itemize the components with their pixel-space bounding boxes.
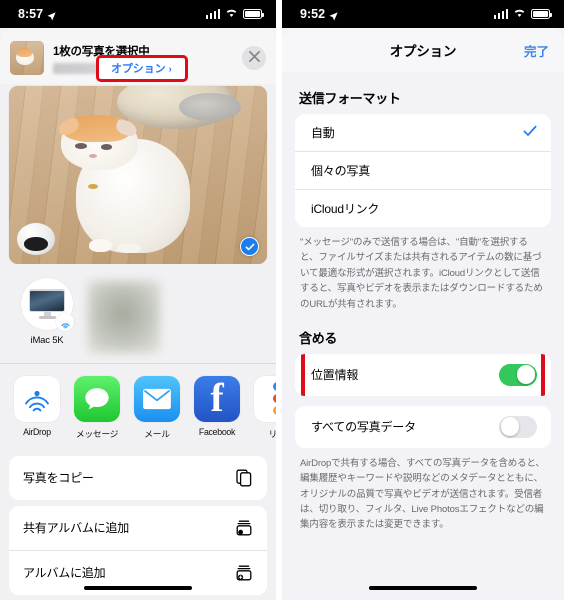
status-time: 9:52 [300,7,326,21]
cat-nose [88,153,97,158]
share-app-messages[interactable]: メッセージ [74,375,120,440]
home-indicator-right [369,586,477,590]
done-button[interactable]: 完了 [524,41,549,60]
cellular-signal-icon [205,9,220,19]
airdrop-badge-icon [56,313,74,331]
battery-icon [531,9,552,19]
share-app-label: リマ [268,428,277,439]
include-row-label: 位置情報 [311,368,359,383]
red-highlight-box-options: オプション › [96,55,188,82]
action-group-albums: 共有アルバムに追加 アルバムに追加 [9,505,267,595]
status-right-group [493,7,552,21]
status-bar-right: 9:52 [282,0,564,28]
blurred-preview-thumbnail [88,281,160,353]
imac-icon [21,278,74,331]
status-left-group: 9:52 [300,7,338,21]
share-app-reminders[interactable]: リマ [254,375,277,440]
include-location-card: 位置情報 [295,353,551,396]
action-label: 共有アルバムに追加 [23,521,130,535]
action-row-add-shared-album[interactable]: 共有アルバムに追加 [9,506,267,550]
checkmark-icon [523,124,537,141]
share-sheet-header: 1枚の写真を選択中 オプション › [0,34,276,84]
share-app-label: Facebook [198,426,236,437]
location-arrow-icon [329,10,338,20]
format-option-auto[interactable]: 自動 [295,114,551,151]
toggle-knob [516,365,536,385]
airdrop-device-label: iMac 5K [30,335,64,346]
cat-eye-left [74,142,87,149]
send-format-card: 自動 個々の写真 iCloudリンク [295,114,551,227]
checkmark-badge[interactable] [240,237,259,256]
shared-album-icon [234,518,254,538]
format-option-label: iCloudリンク [311,202,380,216]
include-row-location[interactable]: 位置情報 [295,354,551,396]
section-title-include: 含める [299,330,338,346]
share-app-label: メッセージ [75,428,119,439]
format-option-label: 自動 [311,126,335,140]
share-sheet: 1枚の写真を選択中 オプション › iMac 5K AirDrop メッセージ … [0,28,276,600]
airdrop-icon [14,375,60,422]
share-apps-row: AirDrop メッセージ メール f Facebook リ [0,363,277,450]
facebook-icon: f [194,375,240,422]
header-photo-thumbnail [10,41,44,75]
copy-icon [234,468,254,488]
status-bar-left: 8:57 [0,0,276,28]
share-app-mail[interactable]: メール [134,375,180,440]
include-footnote: AirDropで共有する場合、すべての写真データを含めると、編集履歴やキーワード… [300,457,545,531]
airdrop-device-row: iMac 5K [0,264,276,363]
cat-paw-right [117,242,141,254]
format-option-icloud-link[interactable]: iCloudリンク [295,189,551,227]
send-format-footnote: "メッセージ"のみで送信する場合は、"自動"を選択すると、ファイルサイズまたは共… [300,237,543,310]
mail-icon [134,375,180,422]
format-option-individual-photos[interactable]: 個々の写真 [295,151,551,189]
action-row-copy-photo[interactable]: 写真をコピー [9,456,267,500]
chevron-right-icon: › [168,64,172,75]
share-app-label: メール [144,428,170,439]
include-all-photo-data-card: すべての写真データ [295,405,551,448]
action-group-copy: 写真をコピー [9,455,267,500]
left-phone-screen: 8:57 1枚の写真を選択中 オプション › iMac 5K AirDrop メ… [0,0,276,600]
format-option-label: 個々の写真 [311,164,371,178]
include-row-label: すべての写真データ [311,420,416,435]
status-right-group [205,7,264,21]
status-left-group: 8:57 [18,7,56,21]
battery-icon [243,9,264,19]
share-app-label: AirDrop [23,426,51,437]
close-icon [248,49,260,67]
airdrop-device-imac[interactable]: iMac 5K [16,278,78,346]
action-label: アルバムに追加 [23,566,106,580]
cat-photo-preview[interactable] [9,86,267,264]
screenshot-root: 8:57 1枚の写真を選択中 オプション › iMac 5K AirDrop メ… [0,0,564,600]
close-button[interactable] [242,46,266,70]
share-app-airdrop[interactable]: AirDrop [14,375,60,437]
options-link-highlight: オプション › [96,55,188,82]
status-time: 8:57 [18,7,44,21]
right-phone-screen: 9:52 オプション 完了 送信フォーマット 自動 個々の写真 iCloudリン… [282,0,564,600]
cat-eye-right [100,143,113,150]
options-link-label: オプション [111,63,166,75]
include-row-all-photo-data[interactable]: すべての写真データ [295,406,551,448]
messages-icon [74,375,120,422]
add-to-album-icon [234,563,254,583]
action-label: 写真をコピー [23,471,94,485]
wifi-icon [225,7,238,21]
all-photo-data-toggle[interactable] [499,415,537,438]
wifi-icon [513,7,526,21]
options-link[interactable]: オプション › [111,63,172,75]
location-toggle[interactable] [499,363,537,386]
share-app-facebook[interactable]: f Facebook [194,375,240,437]
navigation-bar: オプション 完了 [282,28,564,72]
home-indicator-left [84,586,192,590]
options-page: オプション 完了 送信フォーマット 自動 個々の写真 iCloudリンク "メッ… [282,28,564,600]
cat-paw-left [88,239,113,252]
toggle-knob [500,417,520,437]
reminders-icon [254,375,276,422]
location-arrow-icon [47,10,56,20]
page-title: オプション [389,44,457,59]
cellular-signal-icon [493,9,508,19]
section-title-send-format: 送信フォーマット [299,91,401,106]
checkmark-icon [245,243,254,250]
